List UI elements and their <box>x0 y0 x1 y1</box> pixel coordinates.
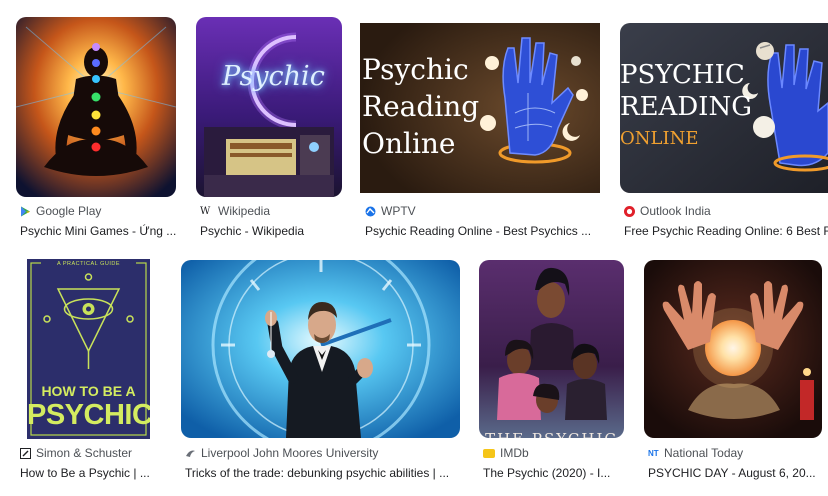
result-title[interactable]: Free Psychic Reading Online: 6 Best F <box>624 224 828 238</box>
national-today-icon: NT <box>648 448 659 458</box>
result-source-label: WPTV <box>381 204 416 218</box>
result-source[interactable]: WPTV <box>365 204 416 218</box>
result-title[interactable]: The Psychic (2020) - I... <box>483 466 623 480</box>
result-source[interactable]: W Wikipedia <box>200 204 270 218</box>
result-thumbnail[interactable]: Psychic <box>196 17 342 197</box>
overlay-line: PSYCHIC <box>620 60 745 90</box>
wptv-icon <box>365 206 376 217</box>
wikipedia-icon: W <box>200 205 211 217</box>
thumbnail-overlay-text: Psychic Reading Online <box>362 51 479 162</box>
thumbnail-overlay-text: PSYCHIC READING ONLINE <box>620 59 752 155</box>
result-source-label: Google Play <box>36 204 102 218</box>
result-thumbnail[interactable] <box>181 260 460 438</box>
result-thumbnail[interactable]: A PRACTICAL GUIDE HOW TO BE A PSYCHIC <box>27 259 150 439</box>
overlay-line: Psychic <box>362 53 469 86</box>
outlook-india-icon <box>624 205 635 217</box>
result-source[interactable]: Liverpool John Moores University <box>185 446 378 460</box>
result-thumbnail[interactable]: Psychic Reading Online <box>360 23 600 193</box>
result-source[interactable]: IMDb <box>483 446 529 460</box>
overlay-line: Online <box>362 127 456 160</box>
result-source[interactable]: Google Play <box>20 204 101 218</box>
result-source-label: Simon & Schuster <box>36 446 133 460</box>
simon-schuster-icon <box>20 447 31 459</box>
imdb-icon <box>483 448 495 458</box>
result-source-label: IMDb <box>500 446 529 460</box>
result-thumbnail[interactable] <box>644 260 822 438</box>
result-source-label: Outlook India <box>640 204 711 218</box>
result-thumbnail[interactable]: THE PSYCHIC <box>479 260 624 438</box>
result-title[interactable]: PSYCHIC DAY - August 6, 20... <box>648 466 818 480</box>
result-source-label: National Today <box>664 446 744 460</box>
result-title[interactable]: Psychic - Wikipedia <box>200 224 345 238</box>
overlay-line: READING <box>620 92 752 122</box>
result-source[interactable]: NT National Today <box>648 446 743 460</box>
book-title-line: HOW TO BE A <box>41 383 136 399</box>
result-title[interactable]: Psychic Mini Games - Ứng ... <box>20 224 180 238</box>
neon-sign-text: Psychic <box>222 61 325 92</box>
book-top-text: A PRACTICAL GUIDE <box>56 261 120 267</box>
overlay-line: ONLINE <box>620 128 699 149</box>
result-title[interactable]: Psychic Reading Online - Best Psychics .… <box>365 224 601 238</box>
result-thumbnail[interactable] <box>16 17 176 197</box>
book-title-line: PSYCHIC <box>27 399 150 431</box>
ljmu-icon <box>185 448 196 459</box>
movie-title-text: THE PSYCHIC <box>479 430 624 438</box>
result-source[interactable]: Outlook India <box>624 204 711 218</box>
overlay-line: Reading <box>362 90 480 123</box>
result-source[interactable]: Simon & Schuster <box>20 446 132 460</box>
result-source-label: Liverpool John Moores University <box>201 446 379 460</box>
result-source-label: Wikipedia <box>218 204 271 218</box>
result-title[interactable]: How to Be a Psychic | ... <box>20 466 160 480</box>
google-play-icon <box>20 206 31 217</box>
result-title[interactable]: Tricks of the trade: debunking psychic a… <box>185 466 461 480</box>
result-thumbnail[interactable]: PSYCHIC READING ONLINE <box>620 23 828 193</box>
